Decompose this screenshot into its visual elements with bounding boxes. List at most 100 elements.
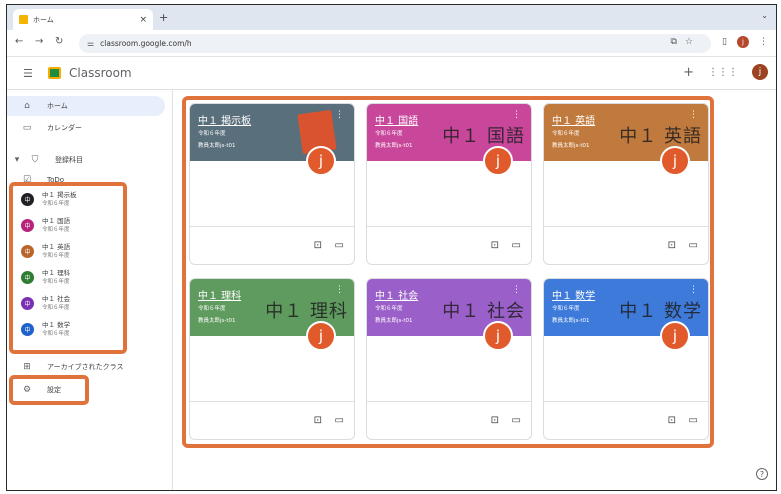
assignment-icon[interactable]: ⊡ <box>491 240 499 251</box>
class-card[interactable]: 中１ 理科 令和６年度 教員太郎js-t01 中１ 理科 ⋮ j ⊡ ▭ <box>189 278 355 440</box>
school-cap-icon: ⛉ <box>31 155 39 165</box>
card-banner-text: 中１ 数学 <box>619 301 702 322</box>
sidebar-item-enrolled[interactable]: ▾ ⛉ 登録科目 <box>7 150 83 170</box>
browser-window: ホーム × + ⌄ ← → ↻ ⚌ classroom.google.com/h… <box>6 4 777 491</box>
account-avatar[interactable]: j <box>752 64 768 80</box>
classroom-favicon-icon <box>19 15 28 24</box>
teacher-avatar: j <box>306 321 336 351</box>
assignment-icon[interactable]: ⊡ <box>314 415 322 426</box>
sidebar-item-archived[interactable]: ⊞ アーカイブされたクラス <box>7 357 123 377</box>
settings-highlight <box>9 375 89 405</box>
forward-icon[interactable]: → <box>35 36 43 47</box>
tab-close-icon[interactable]: × <box>139 15 147 25</box>
sidebar-enrolled-label: 登録科目 <box>55 156 83 164</box>
assignment-icon[interactable]: ⊡ <box>314 240 322 251</box>
card-more-icon[interactable]: ⋮ <box>512 285 521 295</box>
card-title[interactable]: 中１ 英語 <box>552 112 595 127</box>
folder-icon[interactable]: ▭ <box>512 240 521 251</box>
card-banner-text: 中１ 理科 <box>265 301 348 322</box>
card-footer: ⊡ ▭ <box>544 401 708 439</box>
card-footer: ⊡ ▭ <box>190 401 354 439</box>
address-bar[interactable]: ⚌ classroom.google.com/h ⧉☆ <box>79 34 711 53</box>
class-card[interactable]: 中１ 英語 令和６年度 教員太郎js-t01 中１ 英語 ⋮ j ⊡ ▭ <box>543 103 709 265</box>
address-actions-icon[interactable]: ⧉☆ <box>671 37 702 47</box>
folder-icon[interactable]: ▭ <box>335 415 344 426</box>
extensions-icon[interactable]: ▯ <box>722 37 727 47</box>
card-teacher: 教員太郎js-t01 <box>552 143 590 149</box>
header-actions: + ⋮⋮⋮ j <box>683 64 768 80</box>
tab-search-icon[interactable]: ⌄ <box>761 11 768 20</box>
card-title[interactable]: 中１ 掲示板 <box>198 112 251 127</box>
app-name[interactable]: Classroom <box>69 66 132 80</box>
card-year: 令和６年度 <box>375 131 403 137</box>
class-cards-grid: 中１ 掲示板 令和６年度 教員太郎js-t01 ⋮ j ⊡ ▭ 中１ 国語 令和… <box>182 96 714 448</box>
tab-title: ホーム <box>33 15 54 24</box>
sidebar-calendar-label: カレンダー <box>47 124 82 132</box>
card-footer: ⊡ ▭ <box>190 226 354 264</box>
folder-icon[interactable]: ▭ <box>689 240 698 251</box>
folder-icon[interactable]: ▭ <box>335 240 344 251</box>
card-teacher: 教員太郎js-t01 <box>198 318 236 324</box>
browser-tab[interactable]: ホーム × <box>13 9 153 30</box>
card-more-icon[interactable]: ⋮ <box>335 110 344 120</box>
add-icon[interactable]: + <box>683 65 694 80</box>
url-text: classroom.google.com/h <box>100 39 192 48</box>
calendar-icon: ▭ <box>22 123 32 133</box>
assignment-icon[interactable]: ⊡ <box>491 415 499 426</box>
card-teacher: 教員太郎js-t01 <box>198 143 236 149</box>
app-header: ☰ Classroom + ⋮⋮⋮ j <box>7 57 776 90</box>
card-footer: ⊡ ▭ <box>367 401 531 439</box>
reload-icon[interactable]: ↻ <box>55 36 63 47</box>
card-teacher: 教員太郎js-t01 <box>552 318 590 324</box>
folder-icon[interactable]: ▭ <box>689 415 698 426</box>
card-teacher: 教員太郎js-t01 <box>375 143 413 149</box>
card-more-icon[interactable]: ⋮ <box>689 285 698 295</box>
back-icon[interactable]: ← <box>15 36 23 47</box>
card-footer: ⊡ ▭ <box>544 226 708 264</box>
card-more-icon[interactable]: ⋮ <box>512 110 521 120</box>
browser-actions: ▯ j ⋮ <box>722 36 768 48</box>
class-card[interactable]: 中１ 国語 令和６年度 教員太郎js-t01 中１ 国語 ⋮ j ⊡ ▭ <box>366 103 532 265</box>
sidebar-home-label: ホーム <box>47 102 68 110</box>
card-more-icon[interactable]: ⋮ <box>689 110 698 120</box>
card-year: 令和６年度 <box>552 306 580 312</box>
home-icon: ⌂ <box>24 101 30 111</box>
card-banner-text: 中１ 国語 <box>442 126 525 147</box>
classroom-logo-icon[interactable] <box>48 67 61 79</box>
browser-profile-avatar[interactable]: j <box>737 36 749 48</box>
assignment-icon[interactable]: ⊡ <box>668 415 676 426</box>
card-banner-text: 中１ 社会 <box>442 301 525 322</box>
help-icon[interactable]: ? <box>756 468 768 480</box>
card-footer: ⊡ ▭ <box>367 226 531 264</box>
folder-icon[interactable]: ▭ <box>512 415 521 426</box>
card-year: 令和６年度 <box>198 306 226 312</box>
card-more-icon[interactable]: ⋮ <box>335 285 344 295</box>
assignment-icon[interactable]: ⊡ <box>668 240 676 251</box>
main-menu-icon[interactable]: ☰ <box>23 67 33 80</box>
teacher-avatar: j <box>306 146 336 176</box>
class-card[interactable]: 中１ 社会 令和６年度 教員太郎js-t01 中１ 社会 ⋮ j ⊡ ▭ <box>366 278 532 440</box>
teacher-avatar: j <box>660 321 690 351</box>
expand-chevron-icon: ▾ <box>14 155 20 165</box>
card-year: 令和６年度 <box>375 306 403 312</box>
site-info-icon[interactable]: ⚌ <box>87 39 94 48</box>
card-title[interactable]: 中１ 社会 <box>375 287 418 302</box>
card-year: 令和６年度 <box>198 131 226 137</box>
card-year: 令和６年度 <box>552 131 580 137</box>
sidebar-archived-label: アーカイブされたクラス <box>47 363 124 371</box>
class-card[interactable]: 中１ 掲示板 令和６年度 教員太郎js-t01 ⋮ j ⊡ ▭ <box>189 103 355 265</box>
class-card[interactable]: 中１ 数学 令和６年度 教員太郎js-t01 中１ 数学 ⋮ j ⊡ ▭ <box>543 278 709 440</box>
card-title[interactable]: 中１ 国語 <box>375 112 418 127</box>
sidebar-item-calendar[interactable]: ▭ カレンダー <box>7 118 82 138</box>
teacher-avatar: j <box>483 146 513 176</box>
teacher-avatar: j <box>483 321 513 351</box>
tab-bar: ホーム × + ⌄ <box>7 5 776 30</box>
new-tab-button[interactable]: + <box>159 11 168 24</box>
apps-grid-icon[interactable]: ⋮⋮⋮ <box>708 67 738 78</box>
sidebar-item-home[interactable]: ⌂ ホーム <box>7 96 165 116</box>
sidebar: ⌂ ホーム ▭ カレンダー ▾ ⛉ 登録科目 ☑ ToDo 中 中１ 掲示板 令和… <box>7 90 173 490</box>
card-teacher: 教員太郎js-t01 <box>375 318 413 324</box>
card-title[interactable]: 中１ 数学 <box>552 287 595 302</box>
card-title[interactable]: 中１ 理科 <box>198 287 241 302</box>
browser-menu-icon[interactable]: ⋮ <box>759 37 768 47</box>
